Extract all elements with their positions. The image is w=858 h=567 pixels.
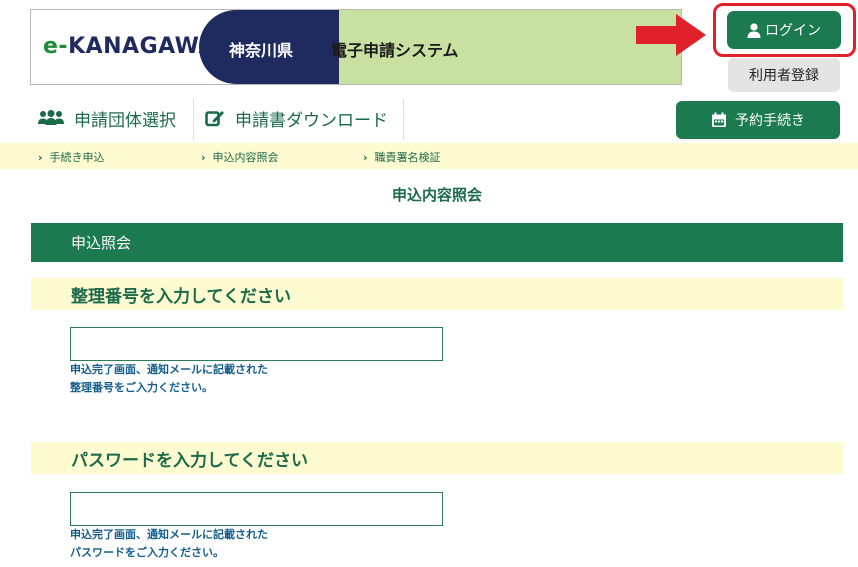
- hint-line: 申込完了画面、通知メールに記載された: [70, 363, 268, 376]
- nav-item-label: 申請書ダウンロード: [235, 110, 388, 131]
- nav-divider: [403, 98, 404, 140]
- breadcrumb-item-label: 職責署名検証: [374, 151, 441, 164]
- section-header: 申込照会: [31, 223, 843, 262]
- password-label: パスワードを入力してください: [31, 442, 843, 474]
- nav-divider: [193, 98, 194, 140]
- logo-system-name: 電子申請システム: [331, 41, 459, 60]
- chevron-right-icon: ›: [201, 151, 206, 164]
- reserve-button-label: 予約手続き: [735, 113, 805, 129]
- login-button[interactable]: ログイン: [727, 11, 841, 49]
- chevron-right-icon: ›: [38, 151, 43, 164]
- edit-icon: [205, 111, 224, 127]
- hint-line: パスワードをご入力ください。: [70, 546, 224, 559]
- reference-number-hint: 申込完了画面、通知メールに記載された 整理番号をご入力ください。: [70, 361, 268, 397]
- nav-item-group-select[interactable]: 申請団体選択: [38, 98, 176, 138]
- reference-number-label: 整理番号を入力してください: [31, 278, 843, 310]
- logo-wordmark: e-KANAGAWA: [43, 34, 216, 59]
- hint-line: 整理番号をご入力ください。: [70, 381, 213, 394]
- nav-item-label: 申請団体選択: [74, 110, 176, 131]
- breadcrumb-item-signature-verify[interactable]: › 職責署名検証: [363, 149, 441, 165]
- reference-number-input[interactable]: [70, 327, 443, 361]
- logo-prefecture: 神奈川県: [229, 41, 294, 60]
- hint-line: 申込完了画面、通知メールに記載された: [70, 528, 268, 541]
- callout-arrow-icon: [636, 14, 706, 56]
- logo-wordmark-main: KANAGAWA: [68, 34, 216, 59]
- site-logo[interactable]: e-KANAGAWA 神奈川県 電子申請システム: [30, 9, 682, 85]
- reserve-button[interactable]: 予約手続き: [676, 101, 840, 139]
- nav-item-form-download[interactable]: 申請書ダウンロード: [205, 98, 388, 138]
- breadcrumb-item-apply[interactable]: › 手続き申込: [38, 149, 105, 165]
- group-icon: [38, 110, 64, 125]
- logo-wordmark-prefix: e-: [43, 34, 69, 59]
- page-title: 申込内容照会: [391, 186, 482, 204]
- password-hint: 申込完了画面、通知メールに記載された パスワードをご入力ください。: [70, 526, 268, 562]
- register-button[interactable]: 利用者登録: [728, 58, 840, 92]
- breadcrumb-item-inquiry[interactable]: › 申込内容照会: [201, 149, 279, 165]
- login-button-label: ログイン: [765, 23, 821, 39]
- breadcrumb-item-label: 申込内容照会: [212, 151, 279, 164]
- chevron-right-icon: ›: [363, 151, 368, 164]
- breadcrumb-item-label: 手続き申込: [49, 151, 105, 164]
- user-icon: [747, 22, 761, 38]
- password-input[interactable]: [70, 492, 443, 526]
- calendar-icon: [712, 112, 726, 127]
